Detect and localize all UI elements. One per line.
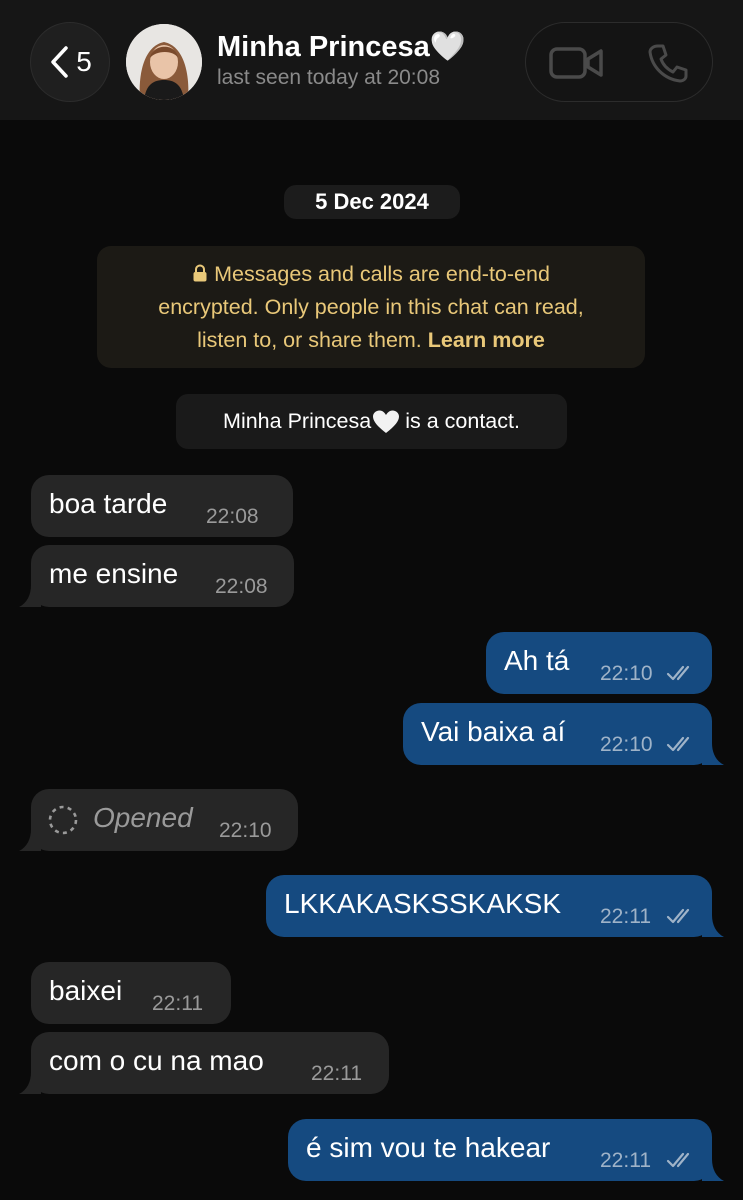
video-call-icon[interactable] (548, 43, 604, 83)
view-once-bubble[interactable]: Opened 22:10 (19, 789, 298, 851)
encryption-line-3: listen to, or share them. Learn more (197, 328, 545, 352)
read-receipt-icon (666, 736, 690, 752)
chat-header: 5 Minha Princesa🤍 last seen today at 20:… (0, 0, 743, 120)
message-text: Ah tá (504, 645, 570, 676)
message-time: 22:11 (600, 905, 651, 928)
read-receipt-icon (666, 1152, 690, 1168)
message-time: 22:11 (152, 992, 203, 1015)
contact-notice-name: Minha Princesa (223, 409, 372, 433)
message-text: Vai baixa aí (421, 716, 566, 747)
message-time: 22:11 (311, 1062, 362, 1085)
message-text: me ensine (49, 558, 179, 589)
bubble-tail (19, 1072, 41, 1094)
encryption-line-1: Messages and calls are end-to-end (113, 258, 629, 291)
white-heart-icon (373, 410, 400, 433)
message-bubble-incoming[interactable]: com o cu na mao 22:11 (19, 1032, 389, 1094)
last-seen-status: last seen today at 20:08 (217, 66, 440, 89)
bubble-tail (702, 915, 724, 937)
message-text: LKKAKASKSSKAKSK (284, 888, 562, 919)
back-button[interactable]: 5 (30, 22, 110, 102)
phone-call-icon[interactable] (646, 41, 690, 85)
message-text: com o cu na mao (49, 1045, 264, 1076)
bubble-tail (702, 1159, 724, 1181)
encryption-line-2: encrypted. Only people in this chat can … (158, 295, 584, 319)
bubble-tail (702, 743, 724, 765)
message-time: 22:11 (600, 1149, 651, 1172)
message-bubble-outgoing[interactable]: LKKAKASKSSKAKSK 22:11 (266, 875, 724, 937)
learn-more-link[interactable]: Learn more (428, 328, 545, 352)
message-time: 22:08 (215, 575, 268, 598)
message-bubble-outgoing[interactable]: Vai baixa aí 22:10 (403, 703, 724, 765)
message-bubble-outgoing[interactable]: Ah tá 22:10 (486, 632, 712, 694)
call-actions (525, 22, 713, 102)
read-receipt-icon (666, 908, 690, 924)
contact-notice-suffix: is a contact. (405, 409, 520, 433)
message-time: 22:10 (600, 733, 653, 756)
lock-icon (193, 264, 207, 282)
view-once-opened-icon (48, 805, 78, 835)
message-time: 22:10 (600, 662, 653, 685)
date-separator: 5 Dec 2024 (284, 185, 460, 219)
message-bubble-outgoing[interactable]: é sim vou te hakear 22:11 (288, 1119, 724, 1181)
message-time: 22:08 (206, 505, 259, 528)
message-bubble-incoming[interactable]: boa tarde 22:08 (31, 475, 293, 537)
message-text: é sim vou te hakear (306, 1132, 551, 1163)
contact-name[interactable]: Minha Princesa🤍 (217, 30, 466, 64)
contact-notice: Minha Princesa is a contact. (176, 394, 567, 449)
message-text: boa tarde (49, 488, 168, 519)
avatar-image (126, 24, 202, 100)
message-time: 22:10 (219, 819, 272, 842)
bubble-tail (19, 829, 41, 851)
encryption-notice[interactable]: Messages and calls are end-to-end encryp… (97, 246, 645, 368)
read-receipt-icon (666, 665, 690, 681)
message-bubble-incoming[interactable]: baixei 22:11 (31, 962, 231, 1024)
chevron-left-icon (51, 46, 68, 78)
message-text: baixei (49, 975, 123, 1006)
opened-label: Opened (93, 802, 193, 833)
avatar[interactable] (126, 24, 202, 100)
message-bubble-incoming[interactable]: me ensine 22:08 (19, 545, 294, 607)
bubble-tail (19, 585, 41, 607)
unread-count: 5 (76, 46, 92, 77)
